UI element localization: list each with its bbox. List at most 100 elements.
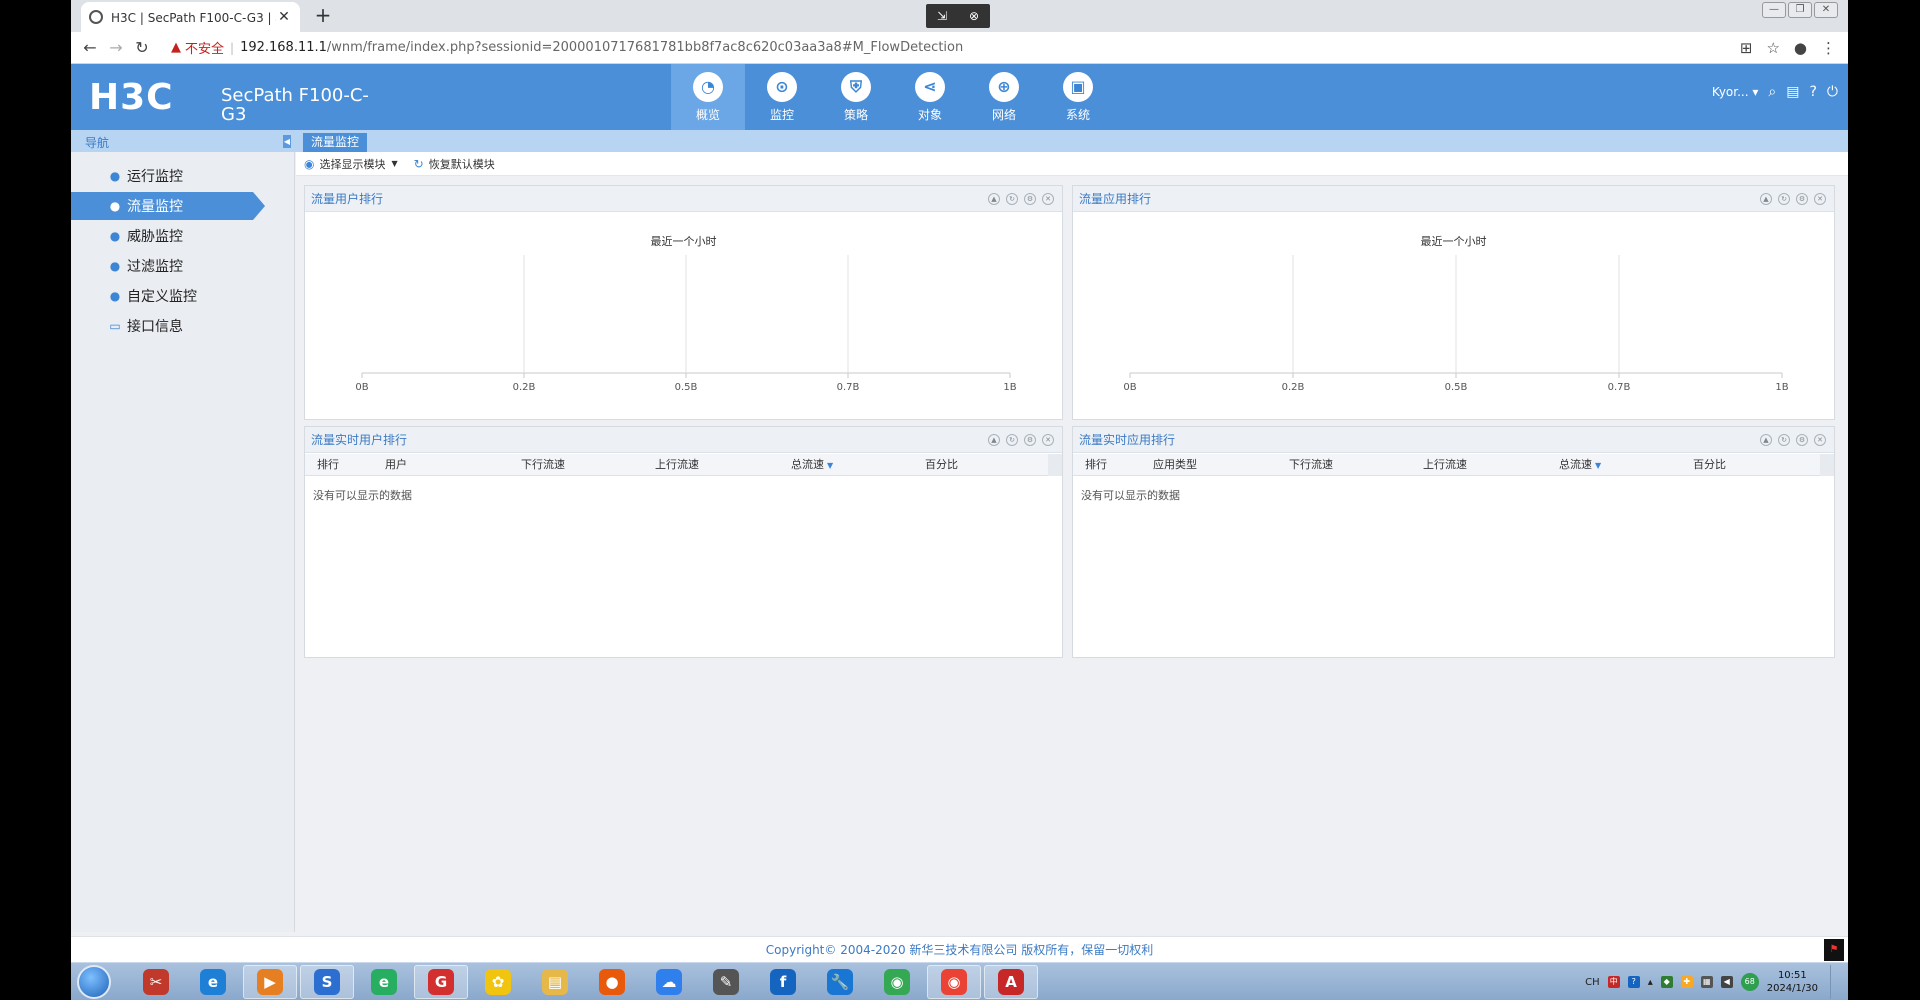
refresh-icon[interactable]: ↻: [1006, 192, 1018, 205]
network-tray-icon[interactable]: ▦: [1700, 976, 1713, 988]
start-button[interactable]: [77, 965, 111, 999]
ime-indicator[interactable]: CH: [1585, 977, 1600, 988]
taskbar-app-app-f[interactable]: f: [756, 965, 810, 999]
volume-tray-icon[interactable]: ◀: [1720, 976, 1733, 988]
gear-icon[interactable]: ⚙: [1024, 433, 1036, 446]
column-header[interactable]: 百分比: [925, 454, 958, 476]
gear-icon[interactable]: ⚙: [1796, 192, 1808, 205]
show-desktop-button[interactable]: [1830, 965, 1838, 999]
user-menu[interactable]: Kyor... ▾: [1712, 85, 1759, 99]
browser-tab[interactable]: H3C | SecPath F100-C-G3 | 概览 ✕: [81, 2, 300, 32]
translate-icon[interactable]: ⊞: [1740, 39, 1753, 57]
x-tick-label: 0.7B: [1608, 382, 1631, 393]
taskbar-app-internet-explorer[interactable]: e: [186, 965, 240, 999]
column-header-sorted[interactable]: 总流速 ▼: [791, 454, 833, 476]
battery-badge[interactable]: 68: [1740, 973, 1759, 991]
collapse-icon[interactable]: ▲: [988, 192, 1000, 205]
update-tray-icon[interactable]: ✚: [1680, 976, 1693, 988]
input-method-icon[interactable]: 中: [1607, 976, 1620, 988]
back-icon[interactable]: ←: [77, 38, 103, 57]
insecure-label[interactable]: 不安全: [185, 38, 224, 57]
close-icon[interactable]: ✕: [1042, 433, 1054, 446]
tray-chevron-icon[interactable]: ▴: [1648, 977, 1653, 988]
taskbar-app-snipping-tool[interactable]: ✂: [129, 965, 183, 999]
refresh-icon[interactable]: ↻: [1778, 433, 1790, 446]
taskbar-app-360-browser[interactable]: e: [357, 965, 411, 999]
warning-icon[interactable]: ▲: [171, 40, 181, 55]
refresh-icon[interactable]: ↻: [1778, 192, 1790, 205]
column-header[interactable]: 上行流速: [1423, 454, 1467, 476]
column-header[interactable]: 用户: [385, 454, 407, 476]
column-header[interactable]: 排行: [1085, 454, 1107, 476]
forward-icon[interactable]: →: [103, 38, 129, 57]
taskbar-app-paint[interactable]: ✿: [471, 965, 525, 999]
save-icon[interactable]: ▤: [1786, 84, 1799, 100]
reload-icon[interactable]: ↻: [129, 38, 155, 57]
collapse-icon[interactable]: ▲: [988, 433, 1000, 446]
topnav-system[interactable]: ▣ 系统: [1041, 64, 1115, 130]
breadcrumb-tab[interactable]: 流量监控: [303, 133, 368, 152]
cast-close-icon[interactable]: ⊗: [969, 9, 979, 23]
topnav-object[interactable]: ⋖ 对象: [893, 64, 967, 130]
help-tray-icon[interactable]: ?: [1627, 976, 1640, 988]
profile-icon[interactable]: ●: [1794, 39, 1807, 57]
flag-icon[interactable]: ⚑: [1824, 939, 1844, 961]
new-tab-button[interactable]: +: [311, 4, 335, 28]
close-icon[interactable]: ✕: [1814, 192, 1826, 205]
column-header[interactable]: 应用类型: [1153, 454, 1197, 476]
collapse-icon[interactable]: ▲: [1760, 192, 1772, 205]
refresh-icon[interactable]: ↻: [1006, 433, 1018, 446]
tab-close-icon[interactable]: ✕: [276, 9, 292, 25]
cast-toolbar[interactable]: ⇲ ⊗: [926, 4, 990, 28]
column-header[interactable]: 排行: [317, 454, 339, 476]
taskbar-app-sogou[interactable]: S: [300, 965, 354, 999]
column-header[interactable]: 上行流速: [655, 454, 699, 476]
topnav-policy[interactable]: ⛨ 策略: [819, 64, 893, 130]
sidebar-item-flow-monitor[interactable]: ● 流量监控: [71, 192, 265, 220]
taskbar-app-chrome[interactable]: ◉: [870, 965, 924, 999]
help-icon[interactable]: ?: [1809, 84, 1816, 100]
column-header[interactable]: 下行流速: [521, 454, 565, 476]
column-header[interactable]: 百分比: [1693, 454, 1726, 476]
taskbar-app-settings-tool[interactable]: 🔧: [813, 965, 867, 999]
clock[interactable]: 10:51 2024/1/30: [1767, 969, 1818, 995]
close-icon[interactable]: ✕: [1814, 433, 1826, 446]
search-icon[interactable]: ⌕: [1768, 84, 1776, 100]
topnav-monitor[interactable]: ⊙ 监控: [745, 64, 819, 130]
taskbar-app-file-explorer[interactable]: ▤: [528, 965, 582, 999]
taskbar-app-firefox[interactable]: ●: [585, 965, 639, 999]
sidebar-item-custom-monitor[interactable]: ● 自定义监控: [71, 282, 253, 310]
column-header-sorted[interactable]: 总流速 ▼: [1559, 454, 1601, 476]
gear-icon[interactable]: ⚙: [1796, 433, 1808, 446]
gear-icon[interactable]: ⚙: [1024, 192, 1036, 205]
select-modules-button[interactable]: ◉ 选择显示模块 ▼: [304, 156, 398, 172]
restore-icon[interactable]: ❐: [1788, 2, 1812, 18]
taskbar-app-app-g[interactable]: G: [414, 965, 468, 999]
column-header[interactable]: 下行流速: [1289, 454, 1333, 476]
taskbar-app-chrome-active[interactable]: ◉: [927, 965, 981, 999]
minimize-icon[interactable]: —: [1762, 2, 1786, 18]
taskbar-app-baidu-netdisk[interactable]: ☁: [642, 965, 696, 999]
collapse-icon[interactable]: ▲: [1760, 433, 1772, 446]
taskbar-app-pdf-reader[interactable]: A: [984, 965, 1038, 999]
menu-kebab-icon[interactable]: ⋮: [1821, 39, 1836, 57]
sidebar-item-run-monitor[interactable]: ● 运行监控: [71, 162, 253, 190]
url-field[interactable]: 192.168.11.1/wnm/frame/index.php?session…: [240, 40, 963, 55]
taskbar-app-tool-app[interactable]: ✎: [699, 965, 753, 999]
topnav-network[interactable]: ⊕ 网络: [967, 64, 1041, 130]
chart-app-rank: 0B 0.2B 0.5B 0.7B 1B: [1123, 255, 1789, 393]
cast-icon[interactable]: ⇲: [937, 9, 947, 23]
sidebar-item-threat-monitor[interactable]: ● 威胁监控: [71, 222, 253, 250]
logout-icon[interactable]: ⏻: [1827, 84, 1838, 100]
restore-modules-button[interactable]: ↻ 恢复默认模块: [414, 156, 495, 172]
taskbar-app-media-player[interactable]: ▶: [243, 965, 297, 999]
close-icon[interactable]: ✕: [1814, 2, 1838, 18]
collapse-sidebar-icon[interactable]: ◀: [283, 135, 291, 148]
sidebar-item-interface-info[interactable]: ▭ 接口信息: [71, 312, 253, 340]
topnav-label: 对象: [917, 107, 942, 122]
security-tray-icon[interactable]: ◆: [1660, 976, 1673, 988]
sidebar-item-filter-monitor[interactable]: ● 过滤监控: [71, 252, 253, 280]
close-icon[interactable]: ✕: [1042, 192, 1054, 205]
topnav-overview[interactable]: ◔ 概览: [671, 64, 745, 130]
bookmark-star-icon[interactable]: ☆: [1766, 39, 1779, 57]
